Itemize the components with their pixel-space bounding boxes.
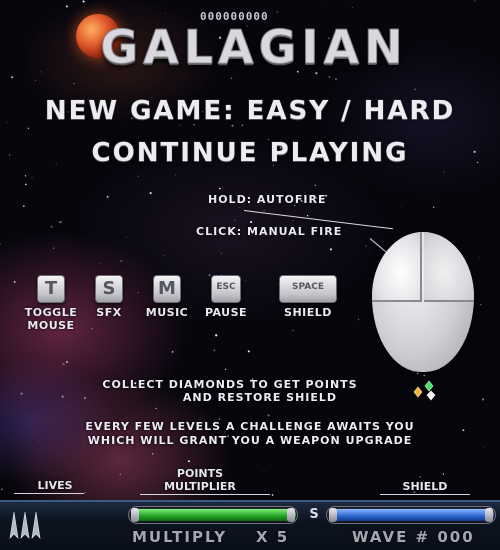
- wave-counter: WAVE # 000: [352, 528, 475, 546]
- shield-bar: [326, 506, 496, 524]
- mouse-right-button-icon: [424, 232, 474, 302]
- new-game-option[interactable]: NEW GAME: EASY / HARD: [0, 96, 500, 126]
- diamonds-info-line-2: AND RESTORE SHIELD: [182, 391, 338, 404]
- key-toggle-mouse: T TOGGLE MOUSE: [18, 275, 84, 332]
- shield-bar-cap-right: [485, 508, 493, 522]
- points-multiplier-label-line-2: MULTIPLIER: [164, 480, 236, 493]
- lives-underline: [14, 493, 84, 494]
- points-multiplier-label-line-1: POINTS: [176, 467, 224, 480]
- logo-title: GALAGIAN: [100, 20, 408, 75]
- key-pause: ESC PAUSE: [196, 275, 256, 319]
- lives-ships-icon: [9, 511, 41, 539]
- key-space-icon: SPACE: [279, 275, 337, 303]
- multiplier-bar: [128, 506, 298, 524]
- diamond-icon: [413, 380, 436, 401]
- key-shield-label: SHIELD: [284, 306, 332, 319]
- challenge-info-line-1: EVERY FEW LEVELS A CHALLENGE AWAITS YOU: [85, 420, 415, 433]
- multiplier-bar-cap-right: [287, 508, 295, 522]
- shield-hud-label: SHIELD: [402, 480, 448, 493]
- key-music-label: MUSIC: [145, 306, 189, 319]
- key-pause-label: PAUSE: [204, 306, 248, 319]
- shield-bar-fill: [330, 509, 494, 521]
- key-sfx: S SFX: [84, 275, 134, 319]
- key-m-icon: M: [153, 275, 181, 303]
- key-toggle-mouse-label: TOGGLE MOUSE: [24, 306, 78, 332]
- key-shield: SPACE SHIELD: [270, 275, 346, 319]
- continue-playing-option[interactable]: CONTINUE PLAYING: [0, 138, 500, 168]
- lives-label: LIVES: [37, 479, 73, 492]
- multiply-value: X 5: [256, 528, 290, 546]
- shield-underline: [380, 494, 470, 495]
- life-ship-icon: [31, 511, 41, 539]
- mouse-icon: [372, 232, 474, 372]
- mouse-left-button-icon: [372, 232, 422, 302]
- key-music: M MUSIC: [138, 275, 196, 319]
- key-sfx-label: SFX: [96, 306, 122, 319]
- multiplier-bar-fill: [132, 509, 296, 521]
- points-underline: [140, 494, 270, 495]
- life-ship-icon: [20, 511, 30, 539]
- life-ship-icon: [9, 511, 19, 539]
- game-logo: 000000000 GALAGIAN: [70, 6, 430, 75]
- diamonds-info-line-1: COLLECT DIAMONDS TO GET POINTS: [102, 378, 358, 391]
- challenge-info-line-2: WHICH WILL GRANT YOU A WEAPON UPGRADE: [87, 434, 413, 447]
- multiply-text: MULTIPLY: [132, 528, 228, 546]
- key-s-icon: S: [95, 275, 123, 303]
- shield-bar-cap: [329, 508, 337, 522]
- multiplier-letter: S: [309, 507, 319, 522]
- game-screen: 000000000 GALAGIAN NEW GAME: EASY / HARD…: [0, 0, 500, 550]
- key-t-icon: T: [37, 275, 65, 303]
- manual-fire-hint: CLICK: MANUAL FIRE: [196, 225, 343, 238]
- hold-autofire-hint: HOLD: AUTOFIRE: [208, 193, 327, 206]
- key-esc-icon: ESC: [211, 275, 241, 303]
- multiplier-bar-cap: [131, 508, 139, 522]
